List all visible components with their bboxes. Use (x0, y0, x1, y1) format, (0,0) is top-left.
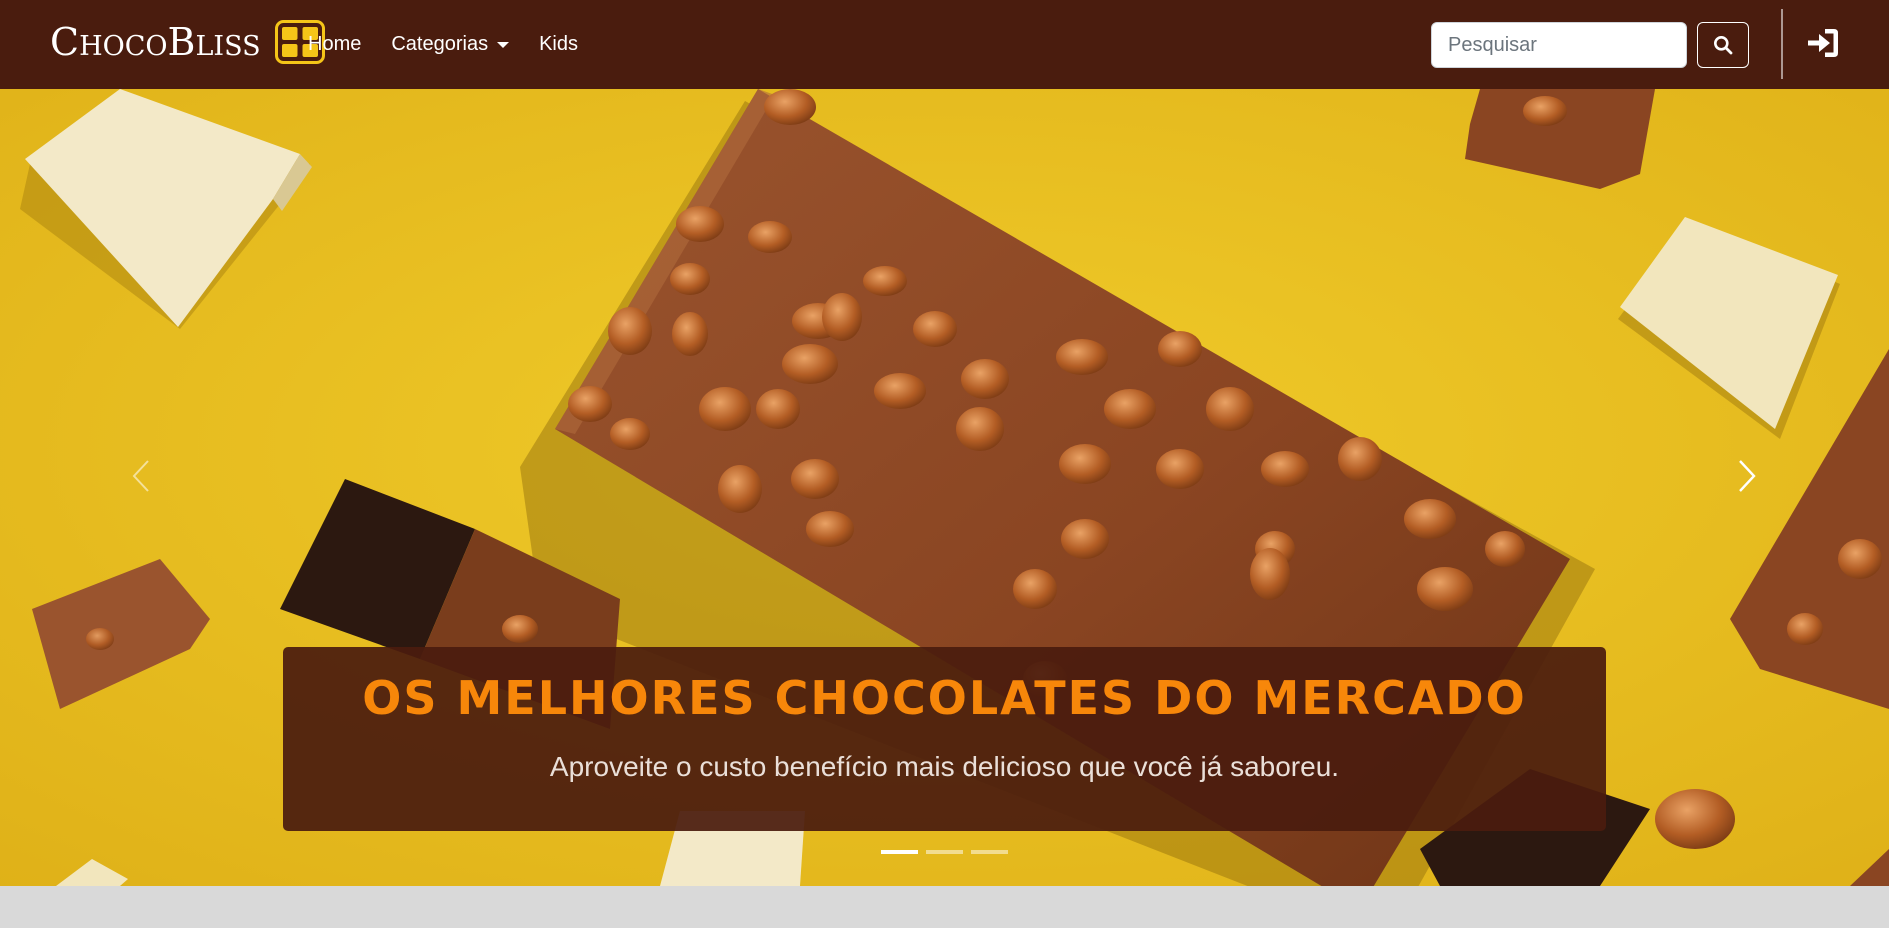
search-input[interactable] (1431, 22, 1687, 68)
page-content-area (0, 886, 1889, 928)
navbar: ChocoBliss Home Categorias Kids (0, 0, 1889, 89)
nav-kids[interactable]: Kids (539, 33, 578, 56)
nav-categorias-label: Categorias (391, 33, 489, 55)
caret-down-icon (497, 41, 510, 48)
carousel-next-button[interactable] (1727, 451, 1767, 501)
chevron-right-icon (1739, 460, 1756, 492)
hero-carousel: OS MELHORES CHOCOLATES DO MERCADO Aprove… (0, 89, 1889, 886)
search-icon (1714, 36, 1733, 55)
search-button[interactable] (1697, 22, 1749, 68)
slide-title: OS MELHORES CHOCOLATES DO MERCADO (362, 671, 1527, 725)
brand-link[interactable]: ChocoBliss (50, 14, 325, 70)
brand-name: ChocoBliss (50, 20, 261, 64)
slide-caption: OS MELHORES CHOCOLATES DO MERCADO Aprove… (283, 647, 1606, 831)
nav-links: Home Categorias Kids (308, 0, 578, 89)
sign-in-icon[interactable] (1806, 26, 1840, 60)
carousel-indicators (881, 850, 1008, 854)
chevron-left-icon (132, 460, 149, 492)
nav-home[interactable]: Home (308, 33, 361, 56)
carousel-indicator-3[interactable] (971, 850, 1008, 854)
carousel-prev-button[interactable] (121, 451, 161, 501)
navbar-divider (1781, 9, 1783, 79)
carousel-indicator-1[interactable] (881, 850, 918, 854)
slide-text: Aproveite o custo benefício mais delicio… (549, 750, 1340, 782)
carousel-indicator-2[interactable] (926, 850, 963, 854)
nav-categorias-dropdown[interactable]: Categorias (391, 33, 510, 56)
